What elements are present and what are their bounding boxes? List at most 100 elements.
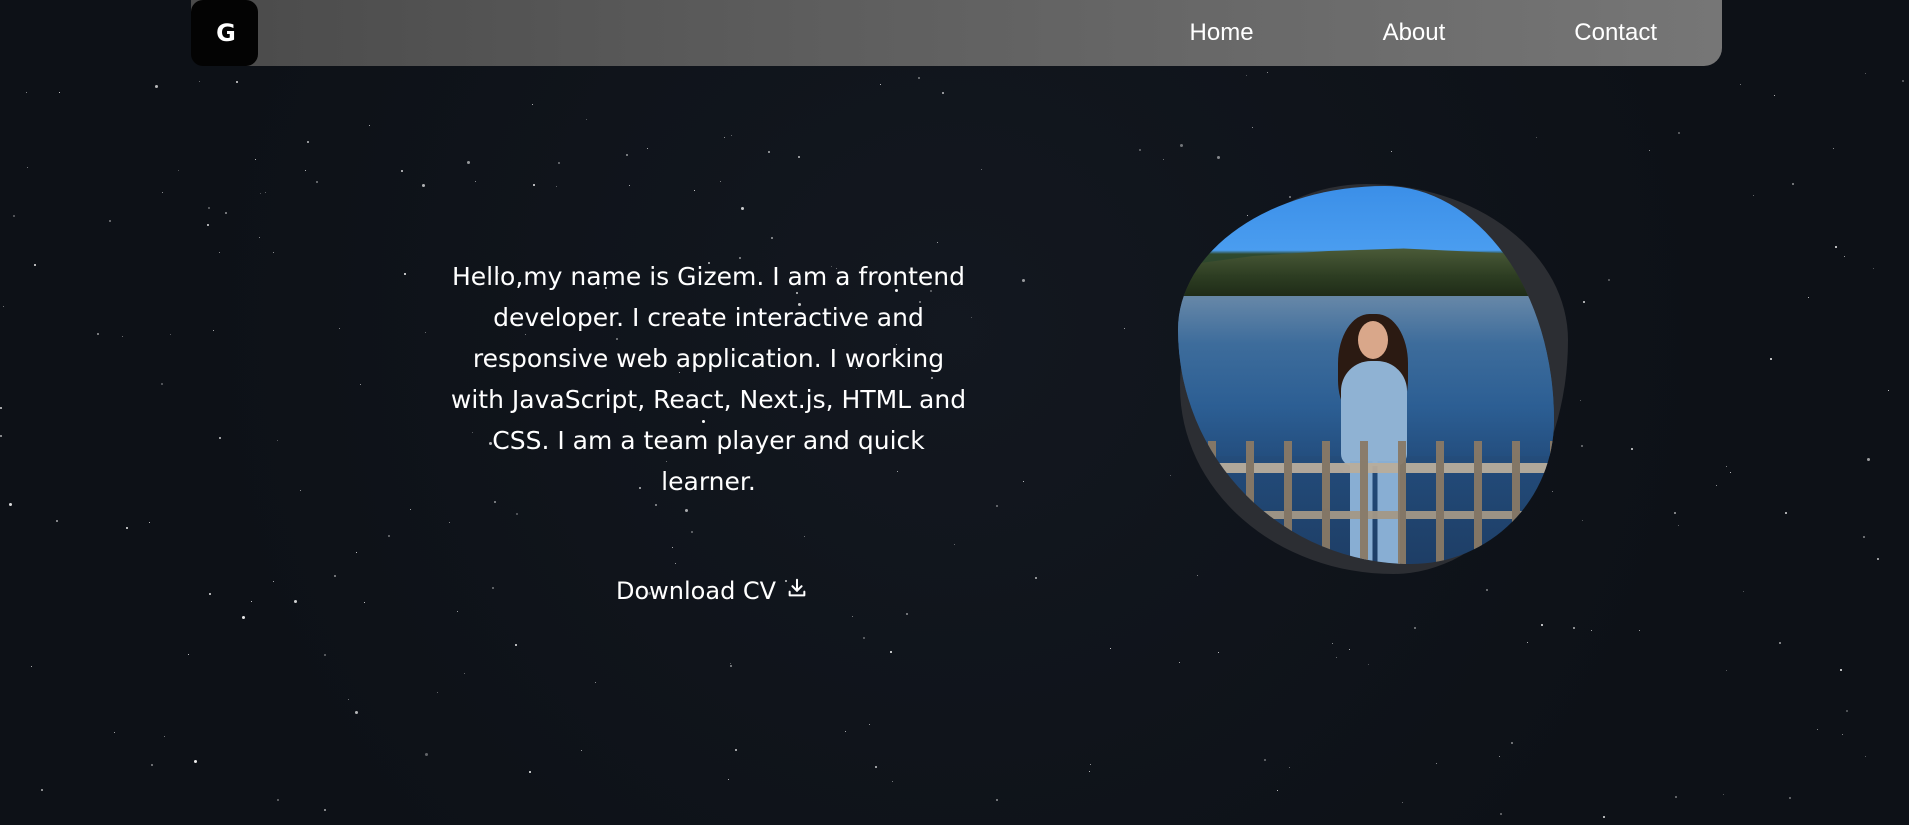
star (1573, 627, 1575, 629)
star (225, 212, 227, 214)
star (1035, 577, 1037, 579)
star (1726, 670, 1727, 671)
star (586, 119, 587, 120)
star (1716, 485, 1717, 486)
star (364, 602, 365, 603)
photo-person-face (1358, 321, 1388, 359)
star (1218, 652, 1219, 653)
star (691, 531, 693, 533)
star (56, 520, 58, 522)
nav-home-link[interactable]: Home (1190, 19, 1254, 47)
logo[interactable]: G (191, 0, 258, 66)
star (219, 437, 221, 439)
star (581, 750, 582, 751)
star (369, 125, 370, 126)
star (1603, 816, 1605, 818)
star (768, 151, 770, 153)
star (1267, 72, 1268, 73)
star (467, 161, 470, 164)
star (1608, 279, 1610, 281)
star (869, 724, 870, 725)
star (1581, 445, 1583, 447)
star (1252, 127, 1253, 128)
star (1846, 710, 1848, 712)
star (255, 159, 256, 160)
star (207, 224, 209, 226)
star (1583, 301, 1585, 303)
star (199, 81, 200, 82)
star (1865, 73, 1866, 74)
star (906, 613, 908, 615)
star (348, 699, 349, 700)
star (728, 779, 729, 780)
star (996, 799, 998, 801)
photo-railing (1178, 441, 1554, 564)
star (219, 252, 220, 253)
star (1865, 756, 1866, 757)
star (126, 527, 128, 529)
star (259, 237, 260, 238)
star (27, 167, 28, 168)
download-cv-button[interactable]: Download CV (616, 574, 808, 608)
star (1774, 95, 1775, 96)
star (863, 637, 865, 639)
star (1580, 400, 1581, 401)
star (1740, 84, 1741, 85)
star (1414, 627, 1416, 629)
star (251, 601, 252, 602)
star (339, 328, 340, 329)
star (1840, 669, 1842, 671)
star (771, 237, 773, 239)
star (890, 651, 892, 653)
star (1779, 642, 1781, 644)
star (273, 252, 274, 253)
star (741, 207, 744, 210)
star (422, 184, 425, 187)
star (730, 663, 731, 664)
star (1289, 767, 1290, 768)
star (655, 504, 657, 506)
star (1678, 525, 1679, 526)
star (533, 184, 535, 186)
nav-contact-link[interactable]: Contact (1574, 19, 1657, 47)
star (1527, 642, 1528, 643)
star (236, 81, 238, 83)
star (515, 644, 517, 646)
star (1730, 472, 1731, 473)
star (558, 162, 560, 164)
star (735, 749, 737, 751)
star (3, 306, 4, 307)
nav-about-link[interactable]: About (1383, 19, 1446, 47)
star (425, 753, 428, 756)
star (356, 552, 357, 553)
star (1217, 156, 1220, 159)
star (626, 154, 628, 156)
star (1163, 159, 1164, 160)
star (1789, 797, 1791, 799)
navbar: G Home About Contact (191, 0, 1722, 66)
star (0, 435, 2, 437)
star (194, 760, 197, 763)
star (1808, 297, 1809, 298)
profile-photo-frame (1170, 182, 1570, 582)
star (1277, 790, 1278, 791)
star (1023, 481, 1024, 482)
star (109, 220, 111, 222)
star (1888, 390, 1889, 391)
star (1877, 558, 1879, 560)
star (360, 384, 361, 385)
star (1139, 149, 1141, 151)
star (1678, 132, 1680, 134)
star (1582, 520, 1583, 521)
star (1436, 763, 1437, 764)
star (981, 169, 982, 170)
star (401, 170, 403, 172)
star (277, 440, 278, 441)
star (300, 490, 301, 491)
star (720, 181, 721, 182)
star (1124, 328, 1125, 329)
star (798, 156, 800, 158)
star (425, 332, 426, 333)
star (305, 170, 306, 171)
star (114, 732, 115, 733)
